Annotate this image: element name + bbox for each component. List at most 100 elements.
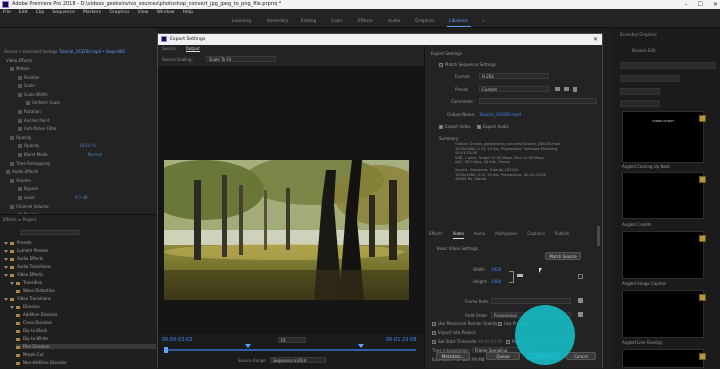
- menu-sequence[interactable]: Sequence: [52, 9, 75, 17]
- tab-video[interactable]: Video: [452, 231, 464, 239]
- local-templates-option[interactable]: [620, 88, 660, 95]
- effect-row[interactable]: Opacity: [10, 135, 71, 140]
- sequence-clip-tab[interactable]: Tutorial_163200.mp4 • Seqn-ABC: [59, 49, 126, 54]
- max-render-quality-checkbox[interactable]: Use Maximum Render Quality: [432, 321, 498, 326]
- workspace-color[interactable]: Color: [331, 19, 342, 24]
- fx-toggle-icon[interactable]: [18, 187, 22, 192]
- effects-tree-item[interactable]: Dip to White: [16, 336, 48, 341]
- graphics-search-input[interactable]: [620, 75, 680, 82]
- out-point-marker[interactable]: [358, 344, 364, 348]
- templates-dropdown[interactable]: [620, 62, 716, 69]
- cancel-button[interactable]: Cancel: [566, 352, 596, 360]
- menu-graphics[interactable]: Graphics: [109, 9, 129, 17]
- workspace-effects[interactable]: Effects: [358, 19, 373, 24]
- effects-tree-item[interactable]: Lumetri Presets: [4, 248, 48, 253]
- effect-row-value[interactable]: 100.0 %: [79, 143, 96, 148]
- effect-row-value[interactable]: Normal: [88, 152, 102, 157]
- menu-markers[interactable]: Markers: [83, 9, 101, 17]
- tab-source[interactable]: Source: [162, 46, 176, 52]
- disclosure-triangle-icon[interactable]: [4, 249, 8, 253]
- effects-panel-tabs[interactable]: Effects ≡ Project: [3, 217, 36, 222]
- effect-row[interactable]: Channel Volume: [10, 204, 89, 209]
- effects-tree-item[interactable]: Wave Distortion: [16, 288, 55, 293]
- disclosure-triangle-icon[interactable]: [10, 305, 14, 309]
- fx-toggle-icon[interactable]: [18, 92, 22, 97]
- effect-row[interactable]: Anti-flicker Filter: [18, 126, 97, 132]
- effects-tree-item[interactable]: Audio Transitions: [4, 264, 51, 269]
- template-thumb-3[interactable]: [622, 231, 704, 279]
- format-dropdown[interactable]: H.264: [479, 73, 549, 79]
- effect-row[interactable]: Motion: [10, 66, 70, 71]
- maximize-button[interactable]: ☐: [698, 0, 703, 9]
- fx-toggle-icon[interactable]: [18, 110, 22, 114]
- effect-row[interactable]: Rotation: [18, 109, 81, 114]
- settings-scrollbar[interactable]: [597, 226, 600, 246]
- workspace-graphics[interactable]: Graphics: [415, 19, 434, 24]
- effect-row[interactable]: Blend Mode Normal: [18, 152, 102, 157]
- fx-toggle-icon[interactable]: [18, 84, 22, 89]
- workspace-overflow-button[interactable]: »: [482, 19, 485, 24]
- frame-rate-dropdown[interactable]: [491, 298, 571, 304]
- menu-help[interactable]: Help: [183, 9, 193, 17]
- disclosure-triangle-icon[interactable]: [4, 297, 8, 301]
- zoom-fit-dropdown[interactable]: Fit: [278, 337, 306, 343]
- workspace-editing[interactable]: Editing: [301, 19, 316, 24]
- disclosure-triangle-icon[interactable]: [4, 273, 8, 277]
- browse-edit-tabs[interactable]: Browse Edit: [632, 48, 656, 53]
- fx-toggle-icon[interactable]: [18, 153, 22, 157]
- effect-row[interactable]: Volume: [10, 178, 71, 183]
- template-thumb-1[interactable]: COMING UP NEXT: [622, 111, 704, 163]
- output-name-link[interactable]: Tutorial_163200.mp4: [479, 112, 521, 117]
- export-video-checkbox[interactable]: Export Video: [439, 124, 471, 129]
- effect-row[interactable]: Level 0.0 dB: [18, 195, 87, 200]
- minimize-button[interactable]: –: [685, 0, 688, 9]
- fx-toggle-icon[interactable]: [18, 118, 22, 123]
- menu-view[interactable]: View: [138, 9, 149, 17]
- fx-toggle-icon[interactable]: [18, 127, 22, 132]
- height-value[interactable]: 1080: [491, 279, 501, 284]
- dialog-close-button[interactable]: ✕: [593, 34, 598, 45]
- match-source-button[interactable]: Match Source: [545, 252, 581, 260]
- effect-row[interactable]: Audio Effects: [6, 169, 78, 175]
- start-timecode-value[interactable]: 00:00:00:00: [478, 339, 502, 344]
- effects-tree-item[interactable]: Audio Effects: [4, 256, 43, 261]
- menu-file[interactable]: File: [3, 9, 11, 17]
- disclosure-triangle-icon[interactable]: [4, 265, 8, 269]
- source-range-dropdown[interactable]: Sequence In/Out: [270, 357, 326, 363]
- effect-row[interactable]: Time Remapping: [10, 161, 90, 166]
- set-start-timecode-checkbox[interactable]: Set Start Timecode: [432, 339, 476, 344]
- fx-toggle-icon[interactable]: [26, 101, 30, 106]
- link-dimensions-icon[interactable]: [509, 271, 514, 283]
- preset-dropdown[interactable]: Custom: [479, 86, 549, 92]
- width-value[interactable]: 1920: [491, 267, 501, 272]
- fx-toggle-icon[interactable]: [18, 196, 22, 200]
- effect-row[interactable]: Anchor Point: [18, 118, 89, 123]
- effects-tree-item[interactable]: Cross Dissolve: [16, 320, 52, 325]
- export-timeline-scrubber[interactable]: [166, 349, 416, 351]
- disclosure-triangle-icon[interactable]: [10, 281, 14, 285]
- effects-search-input[interactable]: [20, 230, 80, 235]
- effects-tree-item[interactable]: Video Effects: [4, 272, 43, 277]
- menu-clip[interactable]: Clip: [36, 9, 45, 17]
- match-sequence-checkbox[interactable]: Match Sequence Settings: [439, 62, 496, 67]
- template-thumb-4[interactable]: [622, 290, 704, 338]
- tab-publish[interactable]: Publish: [555, 231, 569, 239]
- effect-row-value[interactable]: 0.0 dB: [75, 195, 88, 200]
- workspace-audio[interactable]: Audio: [388, 19, 400, 24]
- workspace-assembly[interactable]: Assembly: [267, 19, 288, 24]
- source-scaling-dropdown[interactable]: Scale To Fit: [206, 56, 276, 62]
- workspace-libraries[interactable]: Libraries: [449, 19, 468, 24]
- template-thumb-5[interactable]: [622, 349, 704, 368]
- fx-toggle-icon[interactable]: [18, 144, 22, 149]
- tab-effects[interactable]: Effects: [429, 231, 443, 239]
- source-tab[interactable]: Source • Unscaled footage: [4, 49, 58, 54]
- effects-tree-item[interactable]: Additive Dissolve: [16, 312, 57, 317]
- frame-rate-checkbox[interactable]: [578, 298, 583, 303]
- close-window-button[interactable]: ✕: [713, 0, 718, 9]
- effects-tree-item[interactable]: Non-Additive Dissolve: [16, 360, 67, 365]
- import-preset-icon[interactable]: [564, 87, 569, 91]
- template-thumb-2[interactable]: [622, 172, 704, 219]
- save-preset-icon[interactable]: [555, 87, 560, 91]
- import-into-project-checkbox[interactable]: Import into Project: [432, 330, 475, 335]
- export-audio-checkbox[interactable]: Export Audio: [477, 124, 509, 129]
